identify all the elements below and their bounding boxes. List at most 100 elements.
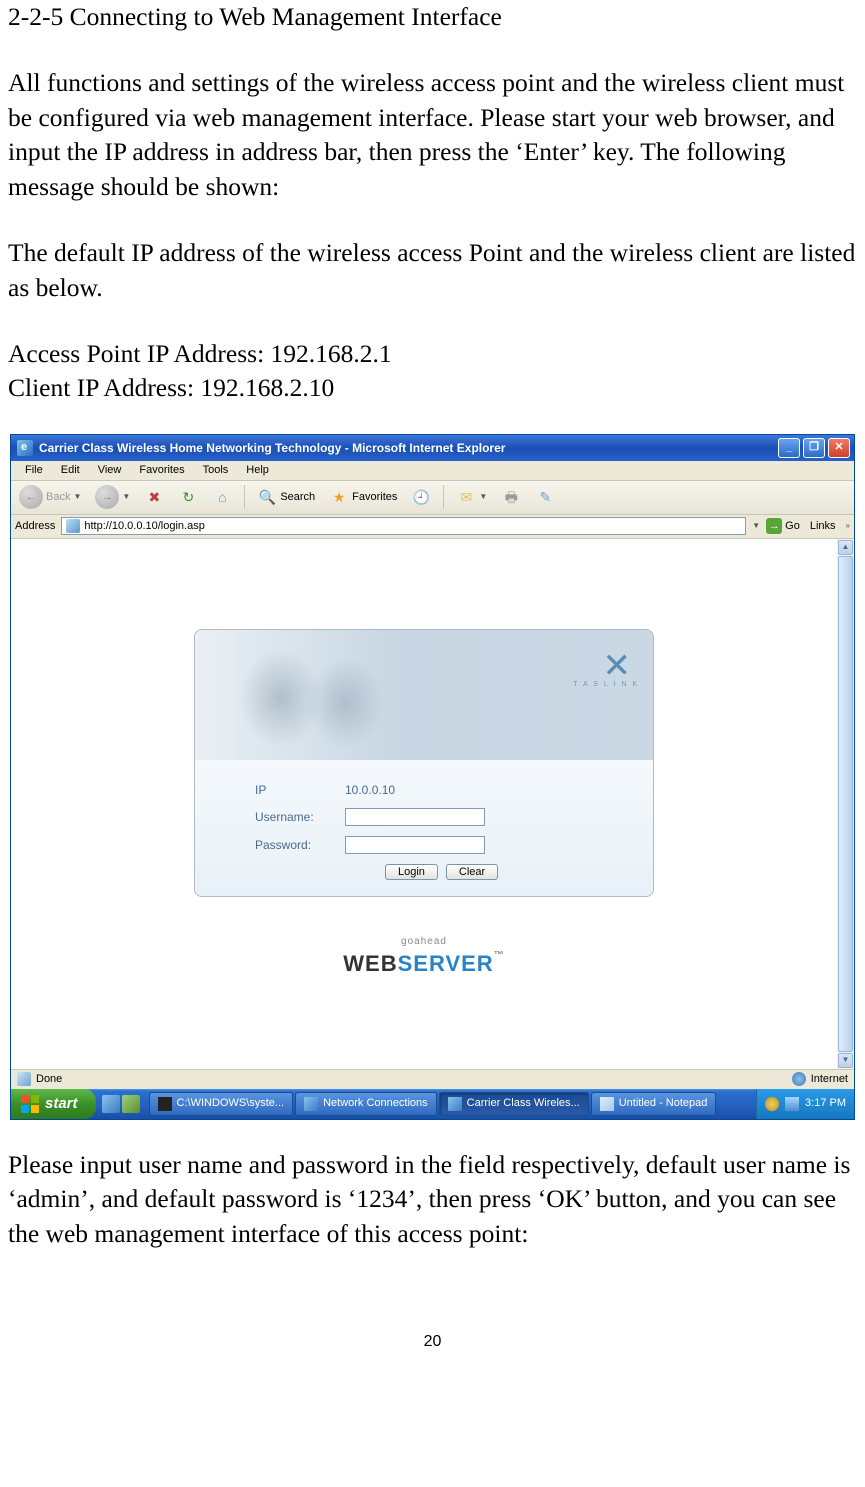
menu-help[interactable]: Help bbox=[238, 461, 277, 480]
paragraph-default-ip: The default IP address of the wireless a… bbox=[8, 236, 857, 305]
task-item-notepad[interactable]: Untitled - Notepad bbox=[591, 1092, 717, 1116]
start-label: start bbox=[45, 1094, 78, 1114]
system-tray: 3:17 PM bbox=[756, 1089, 854, 1119]
ap-ip-line: Access Point IP Address: 192.168.2.1 bbox=[8, 337, 857, 371]
task-label: Network Connections bbox=[323, 1096, 428, 1111]
address-dropdown-icon[interactable]: ▼ bbox=[752, 521, 760, 532]
page-content: ▲ ▼ ✕ T A S L I N K IP 10.0.0.10 Usernam… bbox=[11, 539, 854, 1069]
search-button[interactable]: 🔍 Search bbox=[253, 485, 319, 509]
search-icon: 🔍 bbox=[257, 487, 277, 507]
taskbar: start C:\WINDOWS\syste... Network Connec… bbox=[11, 1089, 854, 1119]
chevron-down-icon: ▼ bbox=[122, 492, 130, 503]
back-arrow-icon: ← bbox=[19, 485, 43, 509]
stop-button[interactable]: ✖ bbox=[140, 485, 168, 509]
scroll-thumb[interactable] bbox=[838, 556, 853, 1052]
toolbar-separator bbox=[443, 485, 444, 509]
scroll-down-button[interactable]: ▼ bbox=[838, 1053, 853, 1068]
username-label: Username: bbox=[215, 809, 345, 825]
webserver-logo: goahead WEBSERVER™ bbox=[343, 935, 504, 978]
section-title: 2-2-5 Connecting to Web Management Inter… bbox=[8, 0, 857, 34]
clock[interactable]: 3:17 PM bbox=[805, 1096, 846, 1111]
desktop-quicklaunch-icon[interactable] bbox=[122, 1095, 140, 1113]
back-button[interactable]: ← Back ▼ bbox=[15, 483, 85, 511]
ip-value: 10.0.0.10 bbox=[345, 782, 395, 798]
home-icon: ⌂ bbox=[212, 487, 232, 507]
browser-window: Carrier Class Wireless Home Networking T… bbox=[10, 434, 855, 1120]
server-label: SERVER bbox=[398, 951, 494, 976]
edit-button[interactable]: ✎ bbox=[531, 485, 559, 509]
scroll-up-button[interactable]: ▲ bbox=[838, 540, 853, 555]
internet-zone-icon bbox=[792, 1072, 806, 1086]
mail-icon: ✉ bbox=[456, 487, 476, 507]
menu-edit[interactable]: Edit bbox=[53, 461, 88, 480]
login-form: IP 10.0.0.10 Username: Password: Login C… bbox=[195, 760, 653, 896]
mail-button[interactable]: ✉ ▼ bbox=[452, 485, 491, 509]
paragraph-intro: All functions and settings of the wirele… bbox=[8, 66, 857, 204]
client-ip-line: Client IP Address: 192.168.2.10 bbox=[8, 371, 857, 405]
links-chevron-icon[interactable]: » bbox=[846, 521, 850, 532]
address-value: http://10.0.0.10/login.asp bbox=[84, 519, 204, 534]
window-title: Carrier Class Wireless Home Networking T… bbox=[39, 440, 505, 456]
menu-view[interactable]: View bbox=[90, 461, 130, 480]
star-icon: ★ bbox=[329, 487, 349, 507]
forward-button[interactable]: → ▼ bbox=[91, 483, 134, 511]
statusbar: Done Internet bbox=[11, 1069, 854, 1089]
titlebar: Carrier Class Wireless Home Networking T… bbox=[11, 435, 854, 461]
menu-tools[interactable]: Tools bbox=[195, 461, 237, 480]
menu-favorites[interactable]: Favorites bbox=[131, 461, 192, 480]
page-icon bbox=[66, 519, 80, 533]
go-label: Go bbox=[785, 519, 800, 534]
minimize-button[interactable]: _ bbox=[778, 438, 800, 458]
status-zone: Internet bbox=[811, 1072, 848, 1087]
task-label: Carrier Class Wireles... bbox=[467, 1096, 580, 1111]
banner-image bbox=[225, 638, 405, 758]
refresh-icon: ↻ bbox=[178, 487, 198, 507]
maximize-button[interactable]: ❐ bbox=[803, 438, 825, 458]
tray-network-icon[interactable] bbox=[785, 1097, 799, 1111]
task-label: Untitled - Notepad bbox=[619, 1096, 708, 1111]
status-text: Done bbox=[36, 1072, 62, 1087]
notepad-icon bbox=[600, 1097, 614, 1111]
favorites-label: Favorites bbox=[352, 490, 397, 505]
stop-icon: ✖ bbox=[144, 487, 164, 507]
tray-icon[interactable] bbox=[765, 1097, 779, 1111]
history-button[interactable]: 🕘 bbox=[407, 485, 435, 509]
links-label[interactable]: Links bbox=[806, 519, 840, 534]
login-button[interactable]: Login bbox=[385, 864, 438, 880]
login-banner: ✕ T A S L I N K bbox=[195, 630, 653, 760]
toolbar: ← Back ▼ → ▼ ✖ ↻ ⌂ 🔍 Search ★ Favorites … bbox=[11, 481, 854, 515]
close-button[interactable]: ✕ bbox=[828, 438, 850, 458]
paragraph-credentials: Please input user name and password in t… bbox=[8, 1148, 857, 1251]
go-button[interactable]: → Go bbox=[766, 518, 800, 534]
chevron-down-icon: ▼ bbox=[73, 492, 81, 503]
ip-label: IP bbox=[215, 782, 345, 798]
print-button[interactable]: 🖶 bbox=[497, 485, 525, 509]
ie-quicklaunch-icon[interactable] bbox=[102, 1095, 120, 1113]
start-button[interactable]: start bbox=[11, 1089, 96, 1119]
page-number: 20 bbox=[8, 1331, 857, 1353]
address-input[interactable]: http://10.0.0.10/login.asp bbox=[61, 517, 746, 535]
trademark-icon: ™ bbox=[494, 950, 505, 961]
goahead-label: goahead bbox=[343, 935, 504, 949]
quick-launch bbox=[96, 1095, 146, 1113]
favorites-button[interactable]: ★ Favorites bbox=[325, 485, 401, 509]
go-arrow-icon: → bbox=[766, 518, 782, 534]
refresh-button[interactable]: ↻ bbox=[174, 485, 202, 509]
brand-subtext: T A S L I N K bbox=[573, 680, 639, 689]
clear-button[interactable]: Clear bbox=[446, 864, 498, 880]
task-item-network[interactable]: Network Connections bbox=[295, 1092, 437, 1116]
ie-icon bbox=[448, 1097, 462, 1111]
menu-file[interactable]: File bbox=[17, 461, 51, 480]
password-input[interactable] bbox=[345, 836, 485, 854]
home-button[interactable]: ⌂ bbox=[208, 485, 236, 509]
menubar: File Edit View Favorites Tools Help bbox=[11, 461, 854, 481]
chevron-down-icon: ▼ bbox=[479, 492, 487, 503]
task-item-browser[interactable]: Carrier Class Wireles... bbox=[439, 1092, 589, 1116]
web-label: WEB bbox=[343, 951, 397, 976]
history-icon: 🕘 bbox=[411, 487, 431, 507]
username-input[interactable] bbox=[345, 808, 485, 826]
cmd-icon bbox=[158, 1097, 172, 1111]
address-label: Address bbox=[15, 519, 55, 534]
scrollbar-track[interactable]: ▲ ▼ bbox=[837, 539, 854, 1069]
task-item-cmd[interactable]: C:\WINDOWS\syste... bbox=[149, 1092, 294, 1116]
